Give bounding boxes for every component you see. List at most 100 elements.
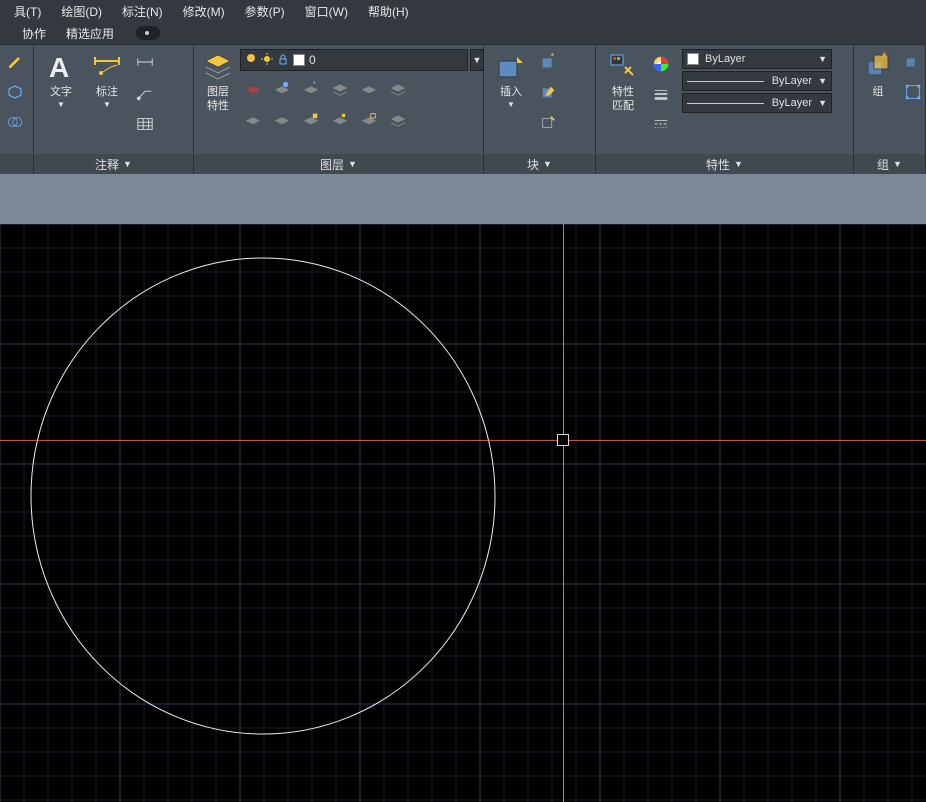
lineweight-preview	[687, 81, 764, 82]
group-icon: *	[862, 51, 894, 83]
menu-item-help[interactable]: 帮助(H)	[358, 0, 419, 23]
chevron-down-icon[interactable]: ▼	[893, 159, 902, 169]
layer-iso-icon[interactable]	[240, 106, 266, 132]
crosshair-vertical	[563, 224, 564, 802]
lineweight-dropdown[interactable]: ByLayer ▼	[682, 71, 832, 91]
menu-bar: 具(T) 绘图(D) 标注(N) 修改(M) 参数(P) 窗口(W) 帮助(H)	[0, 0, 926, 22]
chevron-down-icon: ▼	[103, 100, 111, 109]
crosshair-horizontal	[0, 440, 926, 441]
layer-dropdown[interactable]: 0	[240, 49, 468, 71]
chevron-down-icon[interactable]: ▼	[734, 159, 743, 169]
create-block-icon[interactable]: *	[536, 49, 562, 75]
group-button[interactable]: * 组	[860, 49, 896, 101]
ribbon-panel-leading	[0, 45, 34, 174]
svg-text:A: A	[49, 52, 69, 83]
table-icon[interactable]	[132, 111, 158, 137]
match-properties-button[interactable]: 特性 匹配	[602, 49, 644, 115]
overlap-icon[interactable]	[2, 109, 28, 135]
color-value: ByLayer	[705, 53, 745, 65]
color-dropdown[interactable]: ByLayer ▼	[682, 49, 832, 69]
tab-featured-apps[interactable]: 精选应用	[58, 23, 122, 44]
layer-state-icon[interactable]	[385, 75, 411, 101]
edit-attr-icon[interactable]	[536, 109, 562, 135]
layer-dropdown-arrow[interactable]: ▼	[470, 49, 484, 71]
chevron-down-icon: ▼	[507, 100, 515, 109]
layer-lock-icon[interactable]	[298, 106, 324, 132]
panel-title-groups: 组	[877, 156, 889, 173]
match-props-icon	[607, 51, 639, 83]
menu-item-modify[interactable]: 修改(M)	[173, 0, 235, 23]
linetype-dropdown[interactable]: ByLayer ▼	[682, 93, 832, 113]
ribbon-panel-block: 插入 ▼ * 块 ▼	[484, 45, 596, 174]
chevron-down-icon[interactable]: ▼	[543, 159, 552, 169]
layer-merge-icon[interactable]	[327, 75, 353, 101]
panel-title-block: 块	[527, 156, 539, 173]
ribbon-panel-properties: 特性 匹配 ByLayer ▼ ByLayer ▼	[596, 45, 854, 174]
linetype-icon[interactable]	[648, 111, 674, 137]
layer-unlock-icon[interactable]	[356, 106, 382, 132]
ribbon-panel-groups: * 组 组 ▼	[854, 45, 926, 174]
chevron-down-icon: ▼	[818, 76, 827, 86]
menu-item-parametric[interactable]: 参数(P)	[235, 0, 295, 23]
sun-icon	[261, 53, 273, 68]
menu-item-tools[interactable]: 具(T)	[4, 0, 51, 23]
layer-properties-button[interactable]: 图层 特性	[200, 49, 236, 115]
layer-name: 0	[309, 53, 316, 67]
text-button[interactable]: A 文字 ▼	[40, 49, 82, 111]
ribbon-toggle[interactable]	[136, 26, 160, 40]
menu-item-window[interactable]: 窗口(W)	[295, 0, 358, 23]
insert-block-button[interactable]: 插入 ▼	[490, 49, 532, 111]
linear-dim-icon[interactable]	[132, 49, 158, 75]
color-wheel-icon[interactable]	[648, 51, 674, 77]
edit-block-icon[interactable]	[536, 79, 562, 105]
layer-color-swatch	[293, 54, 305, 66]
document-tab-strip	[0, 174, 926, 224]
pencil-icon[interactable]	[2, 49, 28, 75]
layer-stack-icon	[202, 51, 234, 83]
text-icon: A	[45, 51, 77, 83]
dimension-icon	[91, 51, 123, 83]
drawing-canvas	[0, 224, 926, 802]
ellipse-shape	[31, 258, 495, 734]
ribbon-panel-layers: 图层 特性 0 ▼	[194, 45, 484, 174]
chevron-down-icon: ▼	[57, 100, 65, 109]
tab-collaborate[interactable]: 协作	[14, 23, 54, 44]
group-edit-icon[interactable]	[900, 79, 926, 105]
insert-icon	[495, 51, 527, 83]
linetype-preview	[687, 103, 764, 104]
pick-box	[557, 434, 569, 446]
panel-title-annotate: 注释	[95, 156, 119, 173]
grid-major	[0, 224, 926, 802]
layer-delete-icon[interactable]	[385, 106, 411, 132]
box-icon[interactable]	[2, 79, 28, 105]
chevron-down-icon[interactable]: ▼	[123, 159, 132, 169]
color-swatch	[687, 53, 699, 65]
chevron-down-icon: ▼	[818, 54, 827, 64]
ribbon: A 文字 ▼ 标注 ▼ 注释 ▼	[0, 44, 926, 174]
panel-title-properties: 特性	[706, 156, 730, 173]
layer-off-icon[interactable]	[240, 75, 266, 101]
grid-minor	[0, 224, 926, 802]
layer-thaw-icon[interactable]	[269, 106, 295, 132]
layer-snow-icon[interactable]: *	[298, 75, 324, 101]
layer-freeze-icon[interactable]	[269, 75, 295, 101]
svg-text:*: *	[313, 79, 316, 88]
chevron-down-icon[interactable]: ▼	[348, 159, 357, 169]
lineweight-icon[interactable]	[648, 81, 674, 107]
ribbon-panel-annotate: A 文字 ▼ 标注 ▼ 注释 ▼	[34, 45, 194, 174]
lineweight-value: ByLayer	[772, 75, 812, 87]
menu-item-draw[interactable]: 绘图(D)	[51, 0, 112, 23]
svg-text:*: *	[882, 51, 887, 64]
panel-title-layers: 图层	[320, 156, 344, 173]
drawing-area[interactable]	[0, 224, 926, 802]
menu-item-dimension[interactable]: 标注(N)	[112, 0, 173, 23]
linetype-value: ByLayer	[772, 97, 812, 109]
leader-icon[interactable]	[132, 80, 158, 106]
ungroup-icon[interactable]	[900, 49, 926, 75]
lock-icon	[277, 53, 289, 68]
ribbon-tabs: 协作 精选应用	[0, 22, 926, 44]
layer-match-icon[interactable]	[327, 106, 353, 132]
dimension-button[interactable]: 标注 ▼	[86, 49, 128, 111]
chevron-down-icon: ▼	[818, 98, 827, 108]
layer-prev-icon[interactable]	[356, 75, 382, 101]
